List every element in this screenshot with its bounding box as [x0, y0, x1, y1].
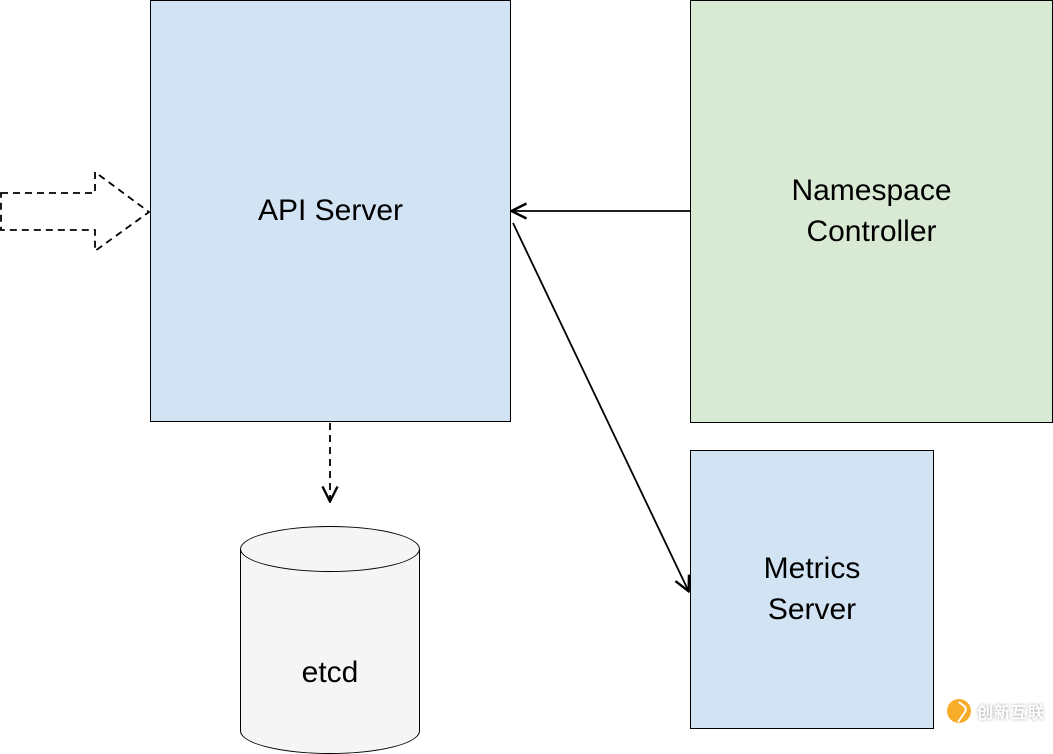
cylinder-top — [240, 526, 420, 572]
api-server-node: API Server — [150, 0, 511, 422]
metrics-server-node: Metrics Server — [690, 450, 934, 729]
etcd-node: etcd — [240, 526, 420, 730]
etcd-label: etcd — [240, 656, 420, 690]
edge-api-to-metrics — [513, 223, 688, 590]
cylinder-body — [240, 549, 420, 730]
watermark-text: 创新互联 — [977, 699, 1045, 723]
namespace-controller-label: Namespace Controller — [791, 171, 951, 252]
cylinder-bottom — [240, 708, 420, 754]
metrics-server-label: Metrics Server — [764, 549, 861, 630]
external-input-arrow — [1, 172, 149, 251]
watermark-icon — [947, 699, 971, 723]
api-server-label: API Server — [258, 191, 403, 232]
watermark: 创新互联 — [947, 699, 1045, 723]
namespace-controller-node: Namespace Controller — [690, 0, 1053, 423]
